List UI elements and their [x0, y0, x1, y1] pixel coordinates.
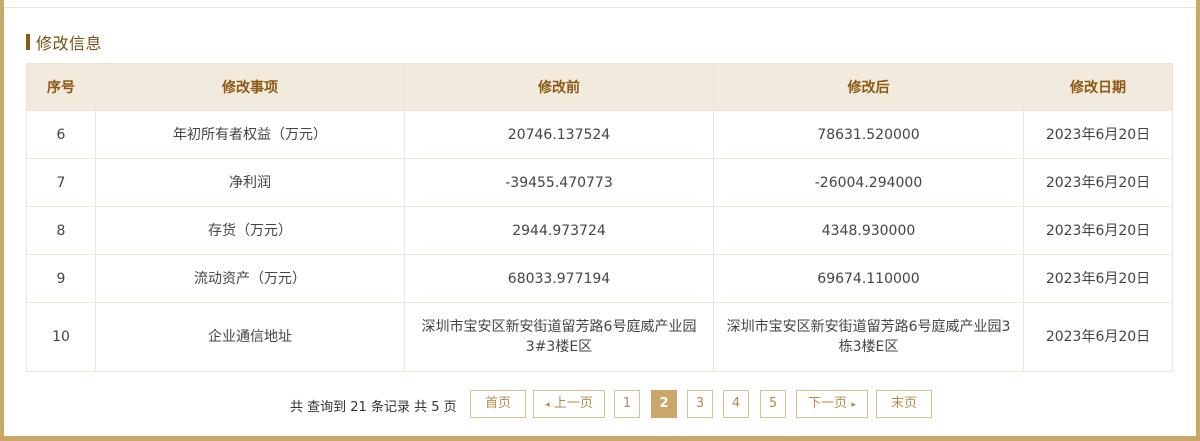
cell-index: 7 — [26, 158, 96, 207]
cell-after: 78631.520000 — [713, 110, 1024, 159]
cell-before: 20746.137524 — [404, 110, 714, 159]
cell-index: 9 — [26, 254, 96, 303]
title-accent-bar — [26, 34, 30, 50]
table-row: 10 企业通信地址 深圳市宝安区新安街道留芳路6号庭威产业园3#3楼E区 深圳市… — [26, 302, 1173, 372]
pagination: 共 查询到 21 条记录 共 5 页 首页 ◂ 上一页 1 2 3 4 5 下一… — [0, 390, 1200, 418]
header-before: 修改前 — [404, 63, 714, 111]
cell-after: -26004.294000 — [713, 158, 1024, 207]
header-item: 修改事项 — [95, 63, 405, 111]
table-row: 8 存货（万元） 2944.973724 4348.930000 2023年6月… — [26, 206, 1173, 255]
cell-item: 存货（万元） — [95, 206, 405, 255]
page-button-5[interactable]: 5 — [760, 390, 786, 418]
table-row: 6 年初所有者权益（万元） 20746.137524 78631.520000 … — [26, 110, 1173, 159]
modification-table: 序号 修改事项 修改前 修改后 修改日期 6 年初所有者权益（万元） 20746… — [26, 63, 1173, 372]
chevron-right-icon: ▸ — [851, 400, 856, 410]
cell-before: 2944.973724 — [404, 206, 714, 255]
cell-date: 2023年6月20日 — [1023, 206, 1173, 255]
page-button-1[interactable]: 1 — [614, 390, 640, 418]
cell-item: 净利润 — [95, 158, 405, 207]
page-button-4[interactable]: 4 — [723, 390, 749, 418]
table-row: 9 流动资产（万元） 68033.977194 69674.110000 202… — [26, 254, 1173, 303]
chevron-left-icon: ◂ — [545, 400, 550, 410]
header-date: 修改日期 — [1023, 63, 1173, 111]
cell-index: 8 — [26, 206, 96, 255]
cell-item: 年初所有者权益（万元） — [95, 110, 405, 159]
cell-after: 4348.930000 — [713, 206, 1024, 255]
header-index: 序号 — [26, 63, 96, 111]
top-divider — [4, 7, 1196, 8]
next-page-button[interactable]: 下一页 ▸ — [796, 390, 868, 418]
cell-after: 69674.110000 — [713, 254, 1024, 303]
prev-page-button[interactable]: ◂ 上一页 — [533, 390, 605, 418]
table-header-row: 序号 修改事项 修改前 修改后 修改日期 — [26, 63, 1173, 111]
cell-before: 深圳市宝安区新安街道留芳路6号庭威产业园3#3楼E区 — [404, 302, 714, 372]
cell-index: 10 — [26, 302, 96, 372]
first-page-button[interactable]: 首页 — [470, 390, 526, 418]
section-header: 修改信息 — [26, 32, 103, 53]
header-after: 修改后 — [713, 63, 1024, 111]
cell-date: 2023年6月20日 — [1023, 158, 1173, 207]
table-row: 7 净利润 -39455.470773 -26004.294000 2023年6… — [26, 158, 1173, 207]
last-page-button[interactable]: 末页 — [876, 390, 932, 418]
cell-before: -39455.470773 — [404, 158, 714, 207]
cell-date: 2023年6月20日 — [1023, 254, 1173, 303]
cell-date: 2023年6月20日 — [1023, 302, 1173, 372]
cell-index: 6 — [26, 110, 96, 159]
cell-before: 68033.977194 — [404, 254, 714, 303]
page-button-3[interactable]: 3 — [687, 390, 713, 418]
cell-item: 流动资产（万元） — [95, 254, 405, 303]
cell-item: 企业通信地址 — [95, 302, 405, 372]
pagination-summary: 共 查询到 21 条记录 共 5 页 — [290, 400, 457, 415]
next-page-label: 下一页 — [808, 396, 848, 411]
section-title: 修改信息 — [36, 34, 103, 53]
prev-page-label: 上一页 — [553, 396, 593, 411]
page-button-2[interactable]: 2 — [651, 390, 677, 418]
cell-after: 深圳市宝安区新安街道留芳路6号庭威产业园3栋3楼E区 — [713, 302, 1024, 372]
cell-date: 2023年6月20日 — [1023, 110, 1173, 159]
